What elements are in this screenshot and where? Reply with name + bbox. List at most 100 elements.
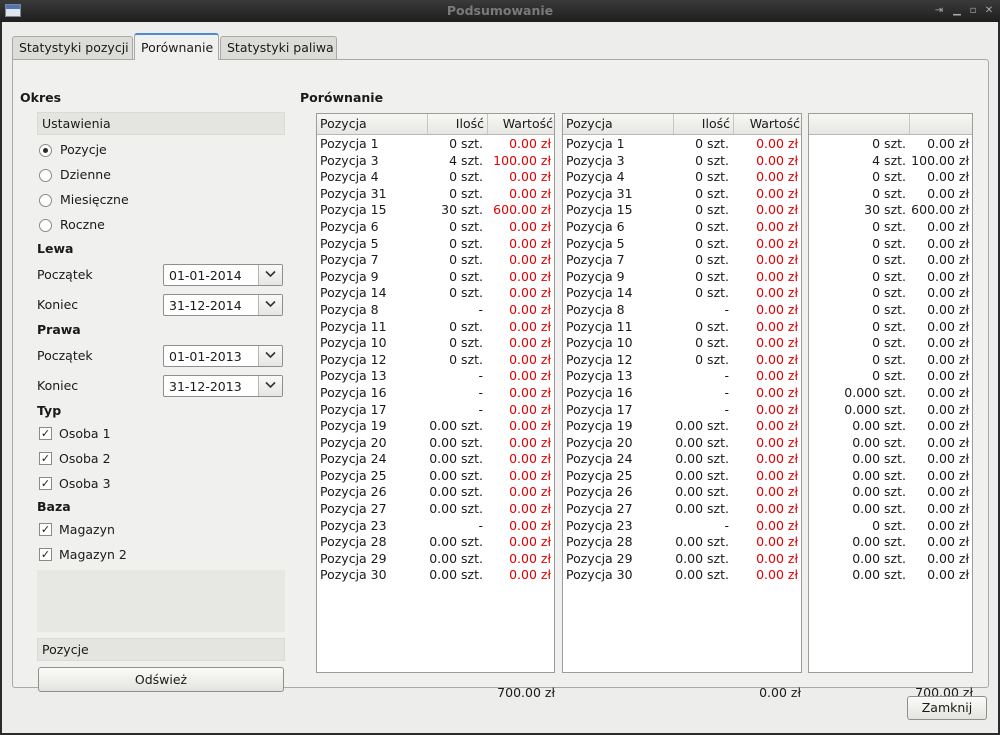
- checkbox-osoba-3-label[interactable]: Osoba 3: [59, 476, 111, 491]
- checkbox-magazyn-2[interactable]: ✓: [39, 548, 52, 561]
- chevron-down-icon[interactable]: [258, 376, 282, 396]
- table-row[interactable]: 0.00 szt. 0.00 zł: [809, 551, 972, 568]
- table-row[interactable]: 30 szt. 600.00 zł: [809, 202, 972, 219]
- chevron-down-icon[interactable]: [258, 346, 282, 366]
- settings-header[interactable]: Ustawienia: [37, 112, 285, 135]
- table-row[interactable]: Pozycja 14 0 szt. 0.00 zł: [317, 285, 554, 302]
- table-row[interactable]: 0 szt. 0.00 zł: [809, 302, 972, 319]
- table-row[interactable]: Pozycja 13 - 0.00 zł: [317, 368, 554, 385]
- col-header-diff-ilosc[interactable]: [809, 114, 910, 134]
- table-row[interactable]: Pozycja 1 0 szt. 0.00 zł: [317, 136, 554, 153]
- pozycje-section-header[interactable]: Pozycje: [37, 638, 285, 661]
- table-row[interactable]: 0 szt. 0.00 zł: [809, 285, 972, 302]
- table-row[interactable]: 0.00 szt. 0.00 zł: [809, 451, 972, 468]
- table-row[interactable]: Pozycja 17 - 0.00 zł: [317, 402, 554, 419]
- table-row[interactable]: 0 szt. 0.00 zł: [809, 319, 972, 336]
- col-header-wartosc[interactable]: Wartość: [488, 114, 554, 134]
- table-row[interactable]: Pozycja 15 0 szt. 0.00 zł: [563, 202, 801, 219]
- radio-dzienne[interactable]: [39, 169, 52, 182]
- table-row[interactable]: 0 szt. 0.00 zł: [809, 518, 972, 535]
- table-row[interactable]: Pozycja 3 0 szt. 0.00 zł: [563, 153, 801, 170]
- checkbox-magazyn-2-label[interactable]: Magazyn 2: [59, 547, 127, 562]
- table-row[interactable]: Pozycja 12 0 szt. 0.00 zł: [563, 352, 801, 369]
- table-row[interactable]: Pozycja 29 0.00 szt. 0.00 zł: [563, 551, 801, 568]
- table-row[interactable]: 0 szt. 0.00 zł: [809, 186, 972, 203]
- lewa-start-date-combo[interactable]: 01-01-2014: [163, 264, 283, 286]
- checkbox-osoba-3[interactable]: ✓: [39, 477, 52, 490]
- prawa-end-date-combo[interactable]: 31-12-2013: [163, 375, 283, 397]
- table-row[interactable]: Pozycja 19 0.00 szt. 0.00 zł: [317, 418, 554, 435]
- table-row[interactable]: Pozycja 17 - 0.00 zł: [563, 402, 801, 419]
- table-row[interactable]: Pozycja 4 0 szt. 0.00 zł: [563, 169, 801, 186]
- chevron-down-icon[interactable]: [258, 295, 282, 315]
- table-row[interactable]: Pozycja 20 0.00 szt. 0.00 zł: [563, 435, 801, 452]
- table-row[interactable]: 0.00 szt. 0.00 zł: [809, 534, 972, 551]
- table-row[interactable]: Pozycja 3 4 szt. 100.00 zł: [317, 153, 554, 170]
- table-row[interactable]: 0 szt. 0.00 zł: [809, 219, 972, 236]
- table-row[interactable]: Pozycja 8 - 0.00 zł: [563, 302, 801, 319]
- table-row[interactable]: Pozycja 30 0.00 szt. 0.00 zł: [563, 567, 801, 584]
- col-header-diff-wartosc[interactable]: [910, 114, 972, 134]
- table-row[interactable]: Pozycja 10 0 szt. 0.00 zł: [563, 335, 801, 352]
- table-row[interactable]: Pozycja 16 - 0.00 zł: [563, 385, 801, 402]
- table-row[interactable]: Pozycja 15 30 szt. 600.00 zł: [317, 202, 554, 219]
- chevron-down-icon[interactable]: [258, 265, 282, 285]
- table-row[interactable]: Pozycja 9 0 szt. 0.00 zł: [563, 269, 801, 286]
- table-row[interactable]: Pozycja 28 0.00 szt. 0.00 zł: [317, 534, 554, 551]
- table-row[interactable]: 0 szt. 0.00 zł: [809, 236, 972, 253]
- table-row[interactable]: Pozycja 6 0 szt. 0.00 zł: [317, 219, 554, 236]
- tab-porownanie[interactable]: Porównanie: [134, 33, 219, 60]
- table-row[interactable]: 0.000 szt. 0.00 zł: [809, 385, 972, 402]
- tab-statystyki-paliwa[interactable]: Statystyki paliwa: [220, 36, 337, 59]
- table-row[interactable]: Pozycja 14 0 szt. 0.00 zł: [563, 285, 801, 302]
- minimize-icon[interactable]: ▁: [950, 4, 964, 18]
- radio-dzienne-label[interactable]: Dzienne: [60, 167, 111, 182]
- checkbox-magazyn-label[interactable]: Magazyn: [59, 522, 115, 537]
- radio-roczne-label[interactable]: Roczne: [60, 217, 105, 232]
- right-period-table[interactable]: Pozycja Ilość Wartość Pozycja 1 0 szt. 0.0…: [562, 113, 802, 673]
- table-row[interactable]: Pozycja 29 0.00 szt. 0.00 zł: [317, 551, 554, 568]
- table-row[interactable]: 0.00 szt. 0.00 zł: [809, 468, 972, 485]
- table-row[interactable]: Pozycja 23 - 0.00 zł: [563, 518, 801, 535]
- table-row[interactable]: Pozycja 5 0 szt. 0.00 zł: [563, 236, 801, 253]
- lewa-end-date-combo[interactable]: 31-12-2014: [163, 294, 283, 316]
- checkbox-osoba-2-label[interactable]: Osoba 2: [59, 451, 111, 466]
- prawa-start-date-combo[interactable]: 01-01-2013: [163, 345, 283, 367]
- difference-table[interactable]: 0 szt. 0.00 zł 4 szt. 100.00 zł 0 szt. 0.00 z…: [808, 113, 973, 673]
- table-row[interactable]: Pozycja 27 0.00 szt. 0.00 zł: [563, 501, 801, 518]
- col-header-pozycja[interactable]: Pozycja: [317, 114, 428, 134]
- table-row[interactable]: 0 szt. 0.00 zł: [809, 368, 972, 385]
- maximize-icon[interactable]: ▫: [966, 4, 980, 18]
- table-row[interactable]: Pozycja 5 0 szt. 0.00 zł: [317, 236, 554, 253]
- table-row[interactable]: Pozycja 19 0.00 szt. 0.00 zł: [563, 418, 801, 435]
- table-row[interactable]: Pozycja 10 0 szt. 0.00 zł: [317, 335, 554, 352]
- table-row[interactable]: 0.00 szt. 0.00 zł: [809, 435, 972, 452]
- table-row[interactable]: Pozycja 24 0.00 szt. 0.00 zł: [317, 451, 554, 468]
- checkbox-osoba-2[interactable]: ✓: [39, 452, 52, 465]
- refresh-button[interactable]: Odśwież: [38, 667, 284, 692]
- table-row[interactable]: 0.00 szt. 0.00 zł: [809, 484, 972, 501]
- table-row[interactable]: 0 szt. 0.00 zł: [809, 269, 972, 286]
- table-row[interactable]: 0.00 szt. 0.00 zł: [809, 501, 972, 518]
- table-row[interactable]: Pozycja 11 0 szt. 0.00 zł: [317, 319, 554, 336]
- table-row[interactable]: Pozycja 31 0 szt. 0.00 zł: [317, 186, 554, 203]
- table-row[interactable]: Pozycja 8 - 0.00 zł: [317, 302, 554, 319]
- table-row[interactable]: Pozycja 1 0 szt. 0.00 zł: [563, 136, 801, 153]
- table-row[interactable]: Pozycja 23 - 0.00 zł: [317, 518, 554, 535]
- table-row[interactable]: Pozycja 24 0.00 szt. 0.00 zł: [563, 451, 801, 468]
- table-row[interactable]: Pozycja 31 0 szt. 0.00 zł: [563, 186, 801, 203]
- checkbox-magazyn[interactable]: ✓: [39, 523, 52, 536]
- table-row[interactable]: 0 szt. 0.00 zł: [809, 136, 972, 153]
- table-row[interactable]: 0 szt. 0.00 zł: [809, 352, 972, 369]
- pin-icon[interactable]: ⇥: [932, 4, 946, 18]
- table-row[interactable]: Pozycja 25 0.00 szt. 0.00 zł: [563, 468, 801, 485]
- radio-miesieczne[interactable]: [39, 194, 52, 207]
- table-row[interactable]: Pozycja 4 0 szt. 0.00 zł: [317, 169, 554, 186]
- table-row[interactable]: 0.000 szt. 0.00 zł: [809, 402, 972, 419]
- table-row[interactable]: Pozycja 6 0 szt. 0.00 zł: [563, 219, 801, 236]
- table-row[interactable]: Pozycja 12 0 szt. 0.00 zł: [317, 352, 554, 369]
- table-row[interactable]: Pozycja 9 0 szt. 0.00 zł: [317, 269, 554, 286]
- table-row[interactable]: Pozycja 26 0.00 szt. 0.00 zł: [563, 484, 801, 501]
- left-period-table[interactable]: Pozycja Ilość Wartość Pozycja 1 0 szt. 0.0…: [316, 113, 555, 673]
- checkbox-osoba-1-label[interactable]: Osoba 1: [59, 426, 111, 441]
